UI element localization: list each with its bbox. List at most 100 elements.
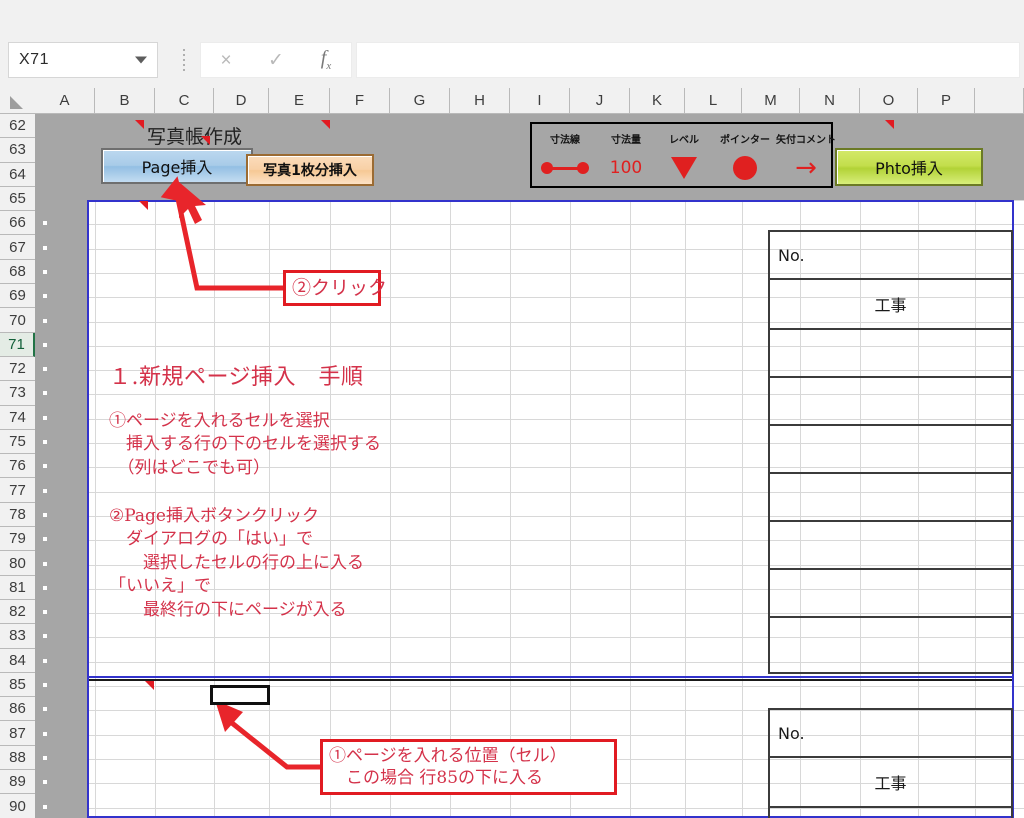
legend-label: 寸法線 bbox=[550, 135, 580, 146]
row-header-79[interactable]: 79 bbox=[0, 527, 35, 552]
column-header-f[interactable]: F bbox=[330, 88, 390, 113]
comment-marker-icon[interactable] bbox=[321, 120, 330, 129]
row-header-71[interactable]: 71 bbox=[0, 332, 35, 357]
grid-line-vertical bbox=[450, 200, 451, 818]
column-header-c[interactable]: C bbox=[155, 88, 214, 113]
legend-item-dimension-line[interactable]: 寸法線 bbox=[534, 124, 596, 186]
row-header-76[interactable]: 76 bbox=[0, 454, 35, 479]
row-header-68[interactable]: 68 bbox=[0, 259, 35, 285]
photo-insert-button[interactable]: Phto挿入 bbox=[835, 148, 983, 186]
photo-frame-row[interactable] bbox=[770, 808, 1011, 818]
row-header-67[interactable]: 67 bbox=[0, 235, 35, 260]
row-header-78[interactable]: 78 bbox=[0, 502, 35, 528]
formula-input[interactable] bbox=[356, 42, 1020, 78]
grid-line-horizontal bbox=[87, 200, 1024, 201]
row-header-70[interactable]: 70 bbox=[0, 308, 35, 333]
photo-frame-row[interactable] bbox=[770, 426, 1011, 474]
column-header-j[interactable]: J bbox=[570, 88, 630, 113]
row-header-65[interactable]: 65 bbox=[0, 186, 35, 212]
column-header-strip: ABCDEFGHIJKLMNOP bbox=[0, 88, 1024, 114]
confirm-icon[interactable]: ✓ bbox=[256, 51, 296, 70]
row-header-89[interactable]: 89 bbox=[0, 770, 35, 795]
dimension-value-text: 100 bbox=[610, 155, 642, 181]
column-header-q[interactable] bbox=[975, 88, 1024, 113]
row-header-90[interactable]: 90 bbox=[0, 794, 35, 818]
column-header-g[interactable]: G bbox=[390, 88, 450, 113]
photo-frame-row[interactable] bbox=[770, 330, 1011, 378]
photo-frame-row[interactable] bbox=[770, 378, 1011, 426]
photo-frame-row[interactable]: 工事 bbox=[770, 280, 1011, 330]
column-header-n[interactable]: N bbox=[800, 88, 860, 113]
column-header-p[interactable]: P bbox=[918, 88, 975, 113]
row-header-72[interactable]: 72 bbox=[0, 357, 35, 382]
row-header-64[interactable]: 64 bbox=[0, 162, 35, 187]
worksheet-grid[interactable]: 写真帳作成 Page挿入 写真1枚分挿入 Phto挿入 寸法線 寸法量 100 bbox=[87, 114, 1024, 818]
name-box[interactable]: X71 bbox=[8, 42, 158, 78]
formula-bar-grip[interactable] bbox=[180, 49, 188, 71]
row-header-82[interactable]: 82 bbox=[0, 600, 35, 625]
cancel-icon[interactable]: × bbox=[206, 51, 246, 70]
row-header-75[interactable]: 75 bbox=[0, 429, 35, 455]
row-header-87[interactable]: 87 bbox=[0, 721, 35, 746]
formula-action-group: × ✓ fx bbox=[200, 42, 352, 78]
page-insert-button[interactable]: Page挿入 bbox=[101, 148, 253, 184]
column-header-l[interactable]: L bbox=[685, 88, 742, 113]
row-header-66[interactable]: 66 bbox=[0, 211, 35, 236]
down-triangle-icon bbox=[671, 155, 697, 181]
row-marker-dot bbox=[43, 245, 47, 250]
row-header-84[interactable]: 84 bbox=[0, 648, 35, 673]
photo-frame-row[interactable]: No. bbox=[770, 232, 1011, 280]
photo-frame-row[interactable] bbox=[770, 474, 1011, 522]
legend-label: レベル bbox=[669, 135, 699, 146]
row-marker-dot bbox=[43, 415, 47, 420]
column-header-o[interactable]: O bbox=[860, 88, 918, 113]
row-marker-dot bbox=[43, 440, 47, 445]
comment-marker-icon[interactable] bbox=[885, 120, 894, 129]
row-marker-dot bbox=[43, 269, 47, 274]
photo-one-insert-button[interactable]: 写真1枚分挿入 bbox=[246, 154, 374, 186]
legend-item-dimension-value[interactable]: 寸法量 100 bbox=[596, 124, 656, 186]
row-header-74[interactable]: 74 bbox=[0, 405, 35, 430]
column-header-m[interactable]: M bbox=[742, 88, 800, 113]
row-header-85[interactable]: 85 bbox=[0, 672, 35, 698]
active-cell-indicator[interactable] bbox=[210, 685, 270, 705]
photo-frame-row[interactable] bbox=[770, 618, 1011, 672]
comment-marker-icon[interactable] bbox=[139, 201, 148, 210]
row-header-69[interactable]: 69 bbox=[0, 284, 35, 309]
row-header-81[interactable]: 81 bbox=[0, 575, 35, 600]
legend-item-pointer[interactable]: ポインター bbox=[712, 124, 778, 186]
comment-marker-icon[interactable] bbox=[145, 681, 154, 690]
row-header-73[interactable]: 73 bbox=[0, 381, 35, 406]
comment-marker-icon[interactable] bbox=[135, 120, 144, 129]
photo-frame-row[interactable]: 工事 bbox=[770, 758, 1011, 808]
column-header-a[interactable]: A bbox=[35, 88, 95, 113]
comment-marker-icon[interactable] bbox=[201, 136, 210, 145]
column-header-h[interactable]: H bbox=[450, 88, 510, 113]
legend-item-arrow-comment[interactable]: 矢付コメント → bbox=[776, 124, 836, 186]
row-marker-dot bbox=[43, 464, 47, 469]
dimension-value: 100 bbox=[609, 158, 643, 178]
column-header-e[interactable]: E bbox=[269, 88, 330, 113]
row-header-83[interactable]: 83 bbox=[0, 624, 35, 649]
row-header-80[interactable]: 80 bbox=[0, 551, 35, 576]
row-marker-dot bbox=[43, 561, 47, 566]
row-header-63[interactable]: 63 bbox=[0, 138, 35, 163]
column-header-i[interactable]: I bbox=[510, 88, 570, 113]
insert-function-icon[interactable]: fx bbox=[306, 48, 346, 72]
legend-item-level[interactable]: レベル bbox=[656, 124, 712, 186]
column-header-d[interactable]: D bbox=[214, 88, 269, 113]
collapsed-column-gutter bbox=[35, 114, 87, 818]
row-marker-dot bbox=[43, 221, 47, 226]
row-header-88[interactable]: 88 bbox=[0, 745, 35, 771]
photo-frame-row[interactable] bbox=[770, 522, 1011, 570]
row-header-62[interactable]: 62 bbox=[0, 114, 35, 139]
photo-frame-row[interactable] bbox=[770, 570, 1011, 618]
chevron-down-icon[interactable] bbox=[135, 56, 147, 64]
select-all-corner[interactable] bbox=[0, 88, 35, 113]
row-header-86[interactable]: 86 bbox=[0, 697, 35, 722]
column-header-k[interactable]: K bbox=[630, 88, 685, 113]
photo-frame-row[interactable]: No. bbox=[770, 710, 1011, 758]
column-header-b[interactable]: B bbox=[95, 88, 155, 113]
page-separator-line bbox=[89, 679, 1012, 681]
row-header-77[interactable]: 77 bbox=[0, 478, 35, 503]
